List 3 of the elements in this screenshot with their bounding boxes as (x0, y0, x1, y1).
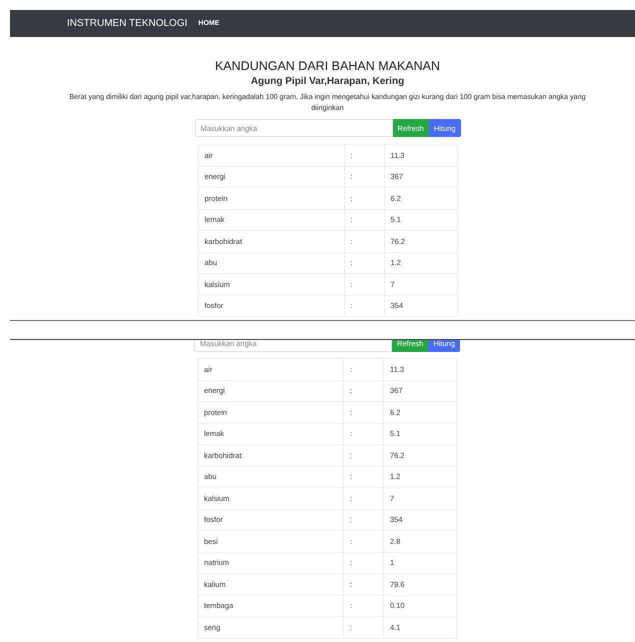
brand-link[interactable]: INSTRUMEN TEKNOLOGI (67, 18, 188, 29)
page-title: KANDUNGAN DARI BAHAN MAKANAN (214, 59, 440, 73)
page-subtitle: Agung Pipil Var,Harapan, Kering (250, 76, 404, 87)
